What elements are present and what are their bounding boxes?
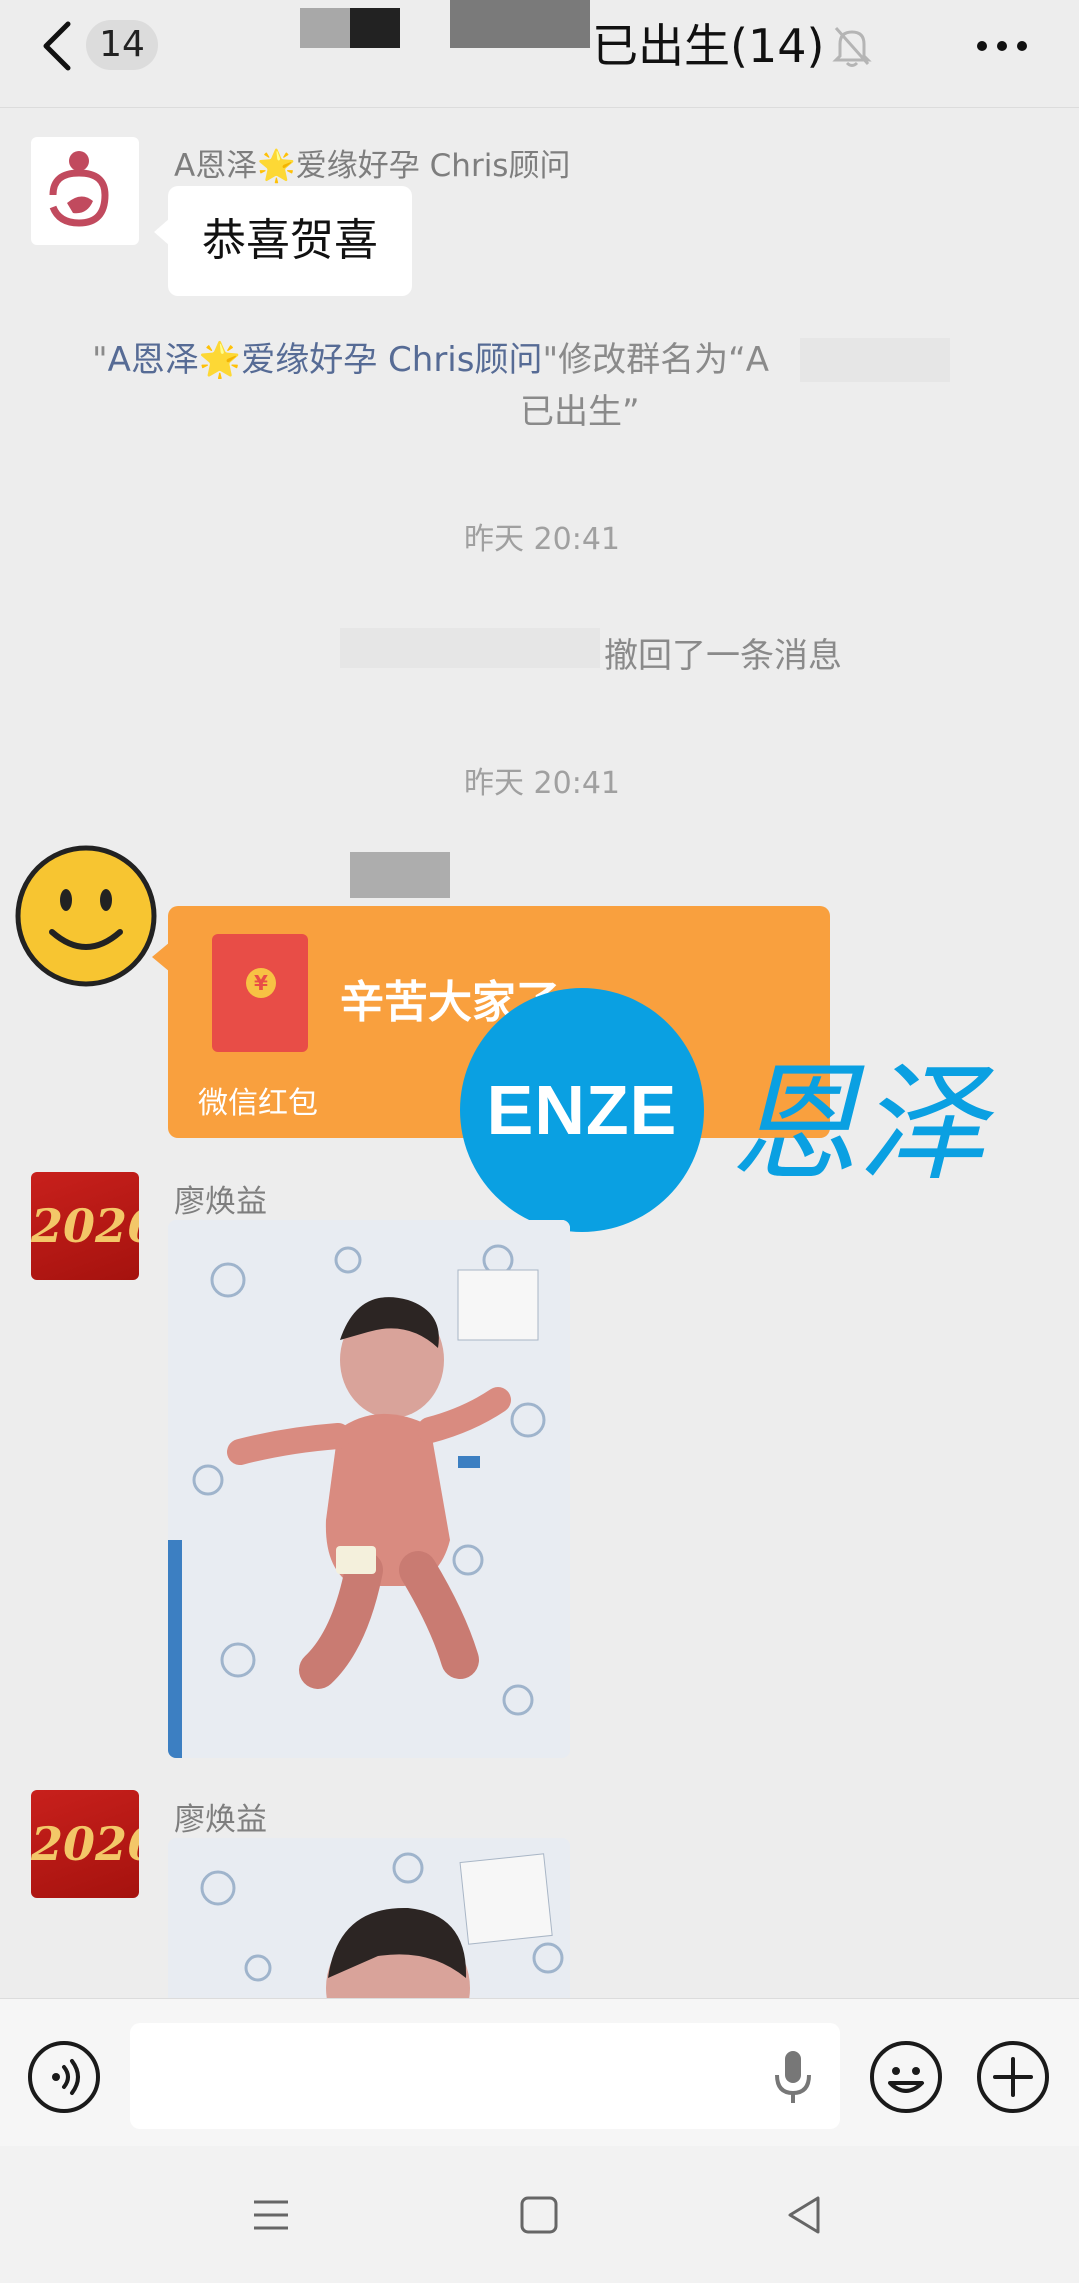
blurred-recaller-name: [340, 628, 600, 668]
blurred-sender-name: [350, 852, 450, 898]
sender-name: A恩泽🌟爱缘好孕 Chris顾问: [174, 148, 571, 184]
input-bar: [0, 1998, 1079, 2146]
plus-icon: [993, 2057, 1033, 2097]
baby-photo[interactable]: [168, 1220, 570, 1758]
sender-name: 廖焕益: [174, 1184, 267, 1220]
bell-off-icon: [832, 24, 872, 68]
blurred-title-part: [350, 8, 400, 48]
timestamp: 昨天 20:41: [464, 522, 620, 557]
square-icon: [520, 2196, 558, 2234]
chevron-left-icon: [43, 21, 71, 71]
system-notice-text: "修改群名为“A: [542, 340, 769, 380]
chat-header: 14 已出生(14): [0, 0, 1079, 108]
unread-count-badge[interactable]: 14: [86, 20, 158, 70]
emoji-button[interactable]: [870, 2041, 942, 2113]
avatar[interactable]: 2026: [31, 1172, 139, 1280]
recall-notice: 撤回了一条消息: [604, 636, 842, 676]
triangle-back-icon: [788, 2196, 820, 2234]
voice-icon: [52, 2059, 80, 2095]
red-packet-icon: ¥: [212, 934, 308, 1052]
smiley-face-icon: [15, 845, 157, 987]
sender-name: 廖焕益: [174, 1802, 267, 1838]
back-nav-button[interactable]: [780, 2190, 830, 2240]
more-horizontal-icon: [977, 41, 1027, 51]
avatar[interactable]: 2026: [31, 1790, 139, 1898]
message-input[interactable]: [130, 2023, 840, 2129]
system-notice-actor-link[interactable]: A恩泽🌟爱缘好孕 Chris顾问: [108, 340, 543, 380]
voice-button[interactable]: [28, 2041, 100, 2113]
message-bubble[interactable]: 恭喜贺喜: [154, 186, 412, 296]
system-notice-line2: 已出生”: [520, 392, 640, 432]
avatar[interactable]: [31, 137, 139, 245]
red-packet-label: 微信红包: [198, 1086, 318, 1121]
menu-icon: [254, 2200, 288, 2230]
add-button[interactable]: [977, 2041, 1049, 2113]
blurred-title-part: [450, 0, 590, 48]
smiley-avatar[interactable]: [14, 844, 158, 988]
chat-title[interactable]: 已出生(14): [592, 14, 824, 78]
emoji-icon: [888, 2067, 924, 2093]
system-navigation-bar: [0, 2146, 1079, 2283]
menu-nav-button[interactable]: [246, 2190, 296, 2240]
coin-icon: ¥: [246, 968, 276, 998]
timestamp: 昨天 20:41: [464, 766, 620, 801]
home-nav-button[interactable]: [514, 2190, 564, 2240]
blurred-group-name: [800, 338, 950, 382]
microphone-icon[interactable]: [772, 2049, 814, 2105]
enze-watermark-logo: ENZE: [460, 988, 704, 1232]
more-options-button[interactable]: [972, 22, 1032, 70]
quote-mark: ": [92, 340, 108, 380]
enze-watermark-text: 恩泽: [730, 1050, 987, 1199]
baby-photo[interactable]: [168, 1838, 570, 1998]
system-notice-rename: "A恩泽🌟爱缘好孕 Chris顾问"修改群名为“A: [92, 332, 769, 381]
back-button[interactable]: [36, 18, 80, 74]
